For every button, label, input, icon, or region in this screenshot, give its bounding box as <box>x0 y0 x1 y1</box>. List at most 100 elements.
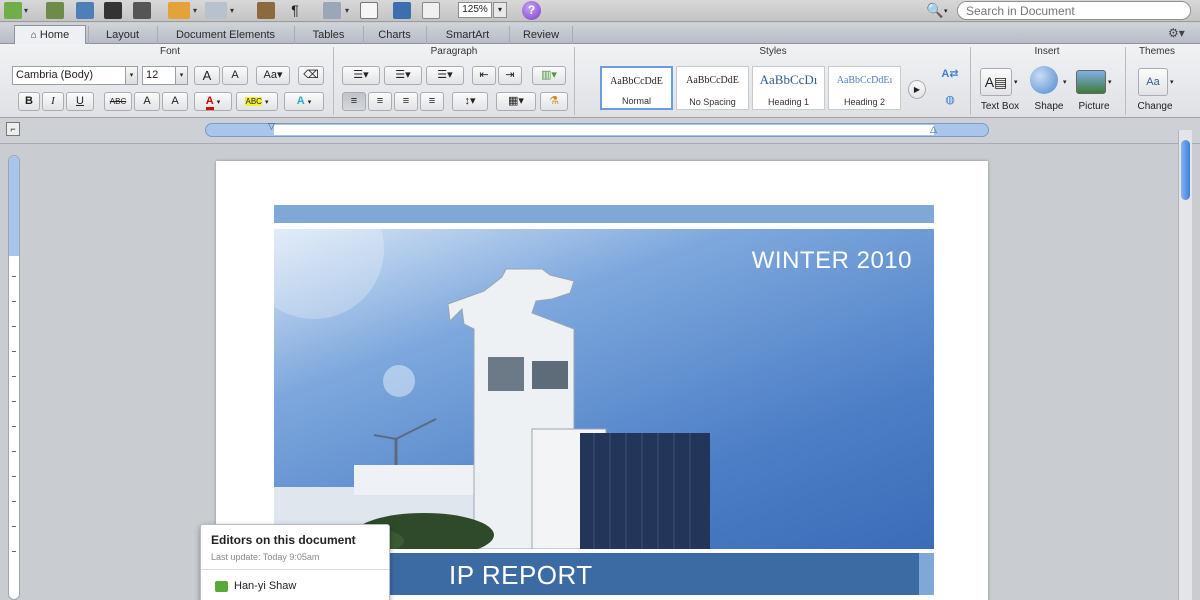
vertical-ruler[interactable] <box>8 155 20 600</box>
chevron-down-icon[interactable]: ▾ <box>1108 78 1112 86</box>
styles-next-button[interactable]: ▶ <box>908 80 926 99</box>
font-name-select[interactable]: Cambria (Body) ▾ <box>12 66 138 85</box>
sidebar-dropdown-icon[interactable]: ▾ <box>345 6 349 15</box>
ribbon-tabs: ⌂ Home Layout Document Elements Tables C… <box>0 23 1200 45</box>
picture-label: Picture <box>1078 101 1110 112</box>
ribbon: Font Paragraph Styles Insert Themes Camb… <box>0 44 1200 118</box>
vertical-ruler-margin <box>9 156 19 256</box>
tab-review[interactable]: Review <box>509 26 573 44</box>
document-canvas[interactable]: WINTER 2010 IP REPORT <box>26 145 1176 600</box>
borders-button[interactable]: ▦▾ <box>496 92 536 111</box>
italic-button[interactable]: I <box>42 92 64 111</box>
decrease-indent-button[interactable]: ⇤ <box>472 66 496 85</box>
zoom-dropdown-icon[interactable]: ▾ <box>493 2 507 18</box>
save-icon[interactable] <box>104 2 122 19</box>
search-dropdown-icon[interactable]: ▾ <box>944 7 948 15</box>
text-box-label: Text Box <box>980 101 1020 112</box>
print-icon[interactable] <box>133 2 151 19</box>
columns-button[interactable]: ▥▾ <box>532 66 566 85</box>
themes-icon: Aa <box>1146 76 1160 88</box>
open-icon[interactable] <box>76 2 94 19</box>
chevron-down-icon[interactable]: ▾ <box>1063 78 1067 86</box>
ribbon-settings-icon[interactable]: ⚙▾ <box>1168 26 1185 40</box>
tab-tables[interactable]: Tables <box>294 26 362 44</box>
undo-icon[interactable] <box>168 2 190 19</box>
new-dropdown-icon[interactable]: ▾ <box>24 6 28 15</box>
chevron-down-icon[interactable]: ▾ <box>1170 78 1174 86</box>
grow-font-button[interactable]: A <box>194 66 220 85</box>
font-color-button[interactable]: A ▾ <box>194 92 232 111</box>
redo-dropdown-icon[interactable]: ▾ <box>230 6 234 15</box>
format-painter-icon[interactable] <box>257 2 275 19</box>
ruler-tick <box>12 301 16 302</box>
highlight-button[interactable]: ABC ▾ <box>236 92 278 111</box>
chevron-down-icon[interactable]: ▾ <box>1014 78 1018 86</box>
style-options-button[interactable]: ◍ <box>938 92 962 111</box>
pilcrow-icon[interactable]: ¶ <box>286 2 304 19</box>
underline-button[interactable]: U <box>66 92 94 111</box>
shape-button[interactable] <box>1030 66 1062 98</box>
show-gallery-icon[interactable] <box>422 2 440 19</box>
strikethrough-button[interactable]: ABC <box>104 92 132 111</box>
media-browser-icon[interactable] <box>393 2 411 19</box>
tab-smartart[interactable]: SmartArt <box>426 26 508 44</box>
tab-charts[interactable]: Charts <box>363 26 425 44</box>
new-document-icon[interactable] <box>4 2 22 19</box>
scrollbar-thumb[interactable] <box>1181 140 1190 200</box>
columns-icon: ▥▾ <box>541 69 557 81</box>
shading-button[interactable]: ⚗ <box>540 92 568 111</box>
font-size-select[interactable]: 12 ▾ <box>142 66 188 85</box>
increase-indent-button[interactable]: ⇥ <box>498 66 522 85</box>
toolbox-icon[interactable] <box>360 2 378 19</box>
sidebar-icon[interactable] <box>323 2 341 19</box>
group-title-paragraph: Paragraph <box>430 46 478 57</box>
picture-button[interactable] <box>1076 70 1106 94</box>
bold-button[interactable]: B <box>18 92 40 111</box>
tab-stop-selector-icon[interactable]: ⌐ <box>6 122 20 136</box>
clear-formatting-button[interactable]: ⌫ <box>298 66 324 85</box>
align-right-button[interactable]: ≡ <box>394 92 418 111</box>
bullets-button[interactable]: ☰▾ <box>342 66 380 85</box>
undo-dropdown-icon[interactable]: ▾ <box>193 6 197 15</box>
search-icon[interactable]: 🔍 <box>926 2 943 19</box>
horizontal-ruler[interactable]: ▽ △ <box>205 121 989 137</box>
tab-layout[interactable]: Layout <box>88 26 156 44</box>
decrease-indent-icon: ⇤ <box>479 69 489 81</box>
editor-name[interactable]: Han-yi Shaw <box>234 580 296 592</box>
style-normal[interactable]: AaBbCcDdE Normal <box>600 66 673 110</box>
numbering-button[interactable]: ☰▾ <box>384 66 422 85</box>
justify-button[interactable]: ≡ <box>420 92 444 111</box>
align-center-button[interactable]: ≡ <box>368 92 392 111</box>
cover-image[interactable]: WINTER 2010 <box>274 229 934 549</box>
help-icon[interactable]: ? <box>522 1 541 20</box>
style-heading-2[interactable]: AaBbCcDdEı Heading 2 <box>828 66 901 110</box>
search-input[interactable] <box>957 1 1191 20</box>
templates-icon[interactable] <box>46 2 64 19</box>
right-indent-marker-icon[interactable]: △ <box>930 124 937 135</box>
subscript-button[interactable]: A <box>162 92 188 111</box>
style-heading-1[interactable]: AaBbCcDı Heading 1 <box>752 66 825 110</box>
redo-icon[interactable] <box>205 2 227 19</box>
shrink-font-button[interactable]: A <box>222 66 248 85</box>
editors-popup-title: Editors on this document <box>211 533 356 547</box>
line-spacing-button[interactable]: ↕▾ <box>452 92 488 111</box>
style-no-spacing[interactable]: AaBbCcDdE No Spacing <box>676 66 749 110</box>
globe-icon: ◍ <box>945 94 955 106</box>
cover-heading[interactable]: WINTER 2010 <box>752 247 912 275</box>
manage-styles-button[interactable]: A⇄ <box>938 66 962 85</box>
superscript-button[interactable]: A <box>134 92 160 111</box>
tab-home[interactable]: ⌂ Home <box>14 25 86 45</box>
themes-button[interactable]: Aa <box>1138 68 1168 96</box>
left-indent-marker-icon[interactable]: ▽ <box>268 121 275 132</box>
align-left-button[interactable]: ≡ <box>342 92 366 111</box>
ruler-tick <box>12 476 16 477</box>
tab-document-elements[interactable]: Document Elements <box>157 26 293 44</box>
text-box-button[interactable]: A▤ <box>980 68 1012 96</box>
zoom-field[interactable]: 125% <box>458 2 492 18</box>
change-case-button[interactable]: Aa▾ <box>256 66 290 85</box>
align-left-icon: ≡ <box>350 95 358 107</box>
vertical-scrollbar[interactable] <box>1178 130 1192 600</box>
multilevel-list-button[interactable]: ☰▾ <box>426 66 464 85</box>
text-effects-button[interactable]: A ▾ <box>284 92 324 111</box>
report-title[interactable]: IP REPORT <box>449 560 593 591</box>
